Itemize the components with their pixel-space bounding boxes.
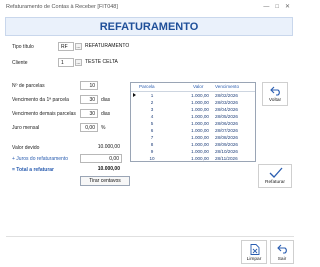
cell-valor: 1.000,00	[191, 142, 209, 147]
table-row[interactable]: 10 1.000,00 28/11/2026	[131, 155, 255, 161]
tipo-titulo-label: Tipo título	[12, 44, 34, 50]
page-title: REFATURAMENTO	[99, 21, 199, 33]
cell-vencimento: 28/03/2026	[215, 100, 238, 105]
parcelas-grid[interactable]: Parcela Valor Vencimento 1 1.000,00 28/02/…	[130, 82, 256, 162]
col-header-vencimento[interactable]: Vencimento	[215, 83, 239, 91]
cell-parcela: 9	[150, 149, 154, 154]
grid-header: Parcela Valor Vencimento	[131, 83, 255, 92]
cell-parcela: 6	[150, 128, 154, 133]
juros-refaturamento-label: + Juros do refaturamento	[12, 156, 69, 162]
cell-vencimento: 28/11/2026	[215, 156, 238, 161]
table-row[interactable]: 2 1.000,00 28/03/2026	[131, 99, 255, 106]
checkmark-icon	[269, 167, 283, 178]
cell-valor: 1.000,00	[191, 121, 209, 126]
table-row[interactable]: 8 1.000,00 28/09/2026	[131, 141, 255, 148]
table-row[interactable]: 4 1.000,00 28/05/2026	[131, 113, 255, 120]
refaturar-button[interactable]: Refaturar	[258, 164, 292, 188]
maximize-button[interactable]: □	[275, 4, 285, 10]
cell-vencimento: 28/04/2026	[215, 107, 238, 112]
cell-parcela: 2	[150, 100, 154, 105]
table-row[interactable]: 9 1.000,00 28/10/2026	[131, 148, 255, 155]
tipo-titulo-description: REFATURAMENTO	[85, 43, 130, 49]
header-banner: REFATURAMENTO	[5, 17, 293, 36]
tipo-titulo-code-field[interactable]: RF	[58, 42, 74, 51]
cell-valor: 1.000,00	[191, 149, 209, 154]
table-row[interactable]: 3 1.000,00 28/04/2026	[131, 106, 255, 113]
vencimento-demais-unit: dias	[101, 111, 111, 117]
minimize-button[interactable]: —	[263, 4, 275, 10]
valor-devido-label: Valor devido	[12, 145, 40, 151]
cell-vencimento: 28/02/2026	[215, 93, 238, 98]
close-button[interactable]: ✕	[285, 4, 296, 10]
limpar-label: Limpar	[246, 257, 262, 262]
cell-vencimento: 28/07/2026	[215, 128, 238, 133]
cell-vencimento: 28/06/2026	[215, 121, 238, 126]
tirar-centavos-button[interactable]: Tirar centavos	[80, 176, 130, 186]
window-controls: —□✕	[263, 0, 296, 14]
total-refaturar-label: = Total a refaturar	[12, 167, 55, 173]
window-titlebar: Refaturamento de Contas à Receber [FIT04…	[0, 0, 300, 14]
cell-parcela: 5	[150, 121, 154, 126]
cell-valor: 1.000,00	[191, 128, 209, 133]
vencimento-primeira-unit: dias	[101, 97, 111, 103]
cell-vencimento: 28/08/2026	[215, 135, 238, 140]
clear-document-icon	[250, 244, 260, 255]
cell-valor: 1.000,00	[191, 156, 209, 161]
juro-label: Juro mensal	[12, 125, 40, 131]
table-row[interactable]: 1 1.000,00 28/02/2026	[131, 92, 255, 99]
vencimento-demais-label: Vencimento demais parcelas	[12, 111, 76, 117]
table-row[interactable]: 6 1.000,00 28/07/2026	[131, 127, 255, 134]
vencimento-primeira-input[interactable]: 30	[80, 95, 98, 104]
col-header-parcela[interactable]: Parcela	[139, 83, 155, 91]
limpar-button[interactable]: Limpar	[241, 240, 267, 264]
cell-valor: 1.000,00	[191, 100, 209, 105]
juro-input[interactable]: 0,00	[80, 123, 98, 132]
cell-parcela: 1	[150, 93, 154, 98]
footer-divider	[6, 236, 294, 237]
col-header-valor[interactable]: Valor	[193, 83, 203, 91]
cell-parcela: 10	[149, 156, 155, 161]
cell-vencimento: 28/10/2026	[215, 149, 238, 154]
refaturar-label: Refaturar	[265, 180, 285, 185]
undo-arrow-icon	[270, 86, 280, 96]
vencimento-primeira-label: Vencimento da 1ª parcela	[12, 97, 69, 103]
cell-parcela: 4	[150, 114, 154, 119]
table-row[interactable]: 5 1.000,00 28/06/2026	[131, 120, 255, 127]
window-title: Refaturamento de Contas à Receber [FIT04…	[6, 4, 118, 10]
juro-unit: %	[101, 125, 106, 131]
row-indicator-icon	[133, 93, 136, 97]
cell-valor: 1.000,00	[191, 114, 209, 119]
cliente-code-field[interactable]: 1	[58, 58, 74, 67]
juros-refaturamento-input[interactable]: 0,00	[80, 154, 122, 163]
tipo-titulo-lookup-button[interactable]: ...	[75, 43, 82, 50]
cell-parcela: 3	[150, 107, 154, 112]
cell-valor: 1.000,00	[191, 135, 209, 140]
sair-button[interactable]: Sair	[270, 240, 294, 264]
cell-vencimento: 28/05/2026	[215, 114, 238, 119]
cliente-lookup-button[interactable]: ...	[75, 59, 82, 66]
parcelas-input[interactable]: 10	[80, 81, 98, 90]
cliente-label: Cliente	[12, 60, 28, 66]
cell-parcela: 7	[150, 135, 154, 140]
cell-vencimento: 28/09/2026	[215, 142, 238, 147]
vencimento-demais-input[interactable]: 30	[80, 109, 98, 118]
valor-devido-value: 10.000,00	[97, 144, 120, 150]
exit-arrow-icon	[277, 244, 287, 254]
cell-valor: 1.000,00	[191, 107, 209, 112]
table-row[interactable]: 7 1.000,00 28/08/2026	[131, 134, 255, 141]
voltar-button[interactable]: Voltar	[262, 82, 288, 106]
cell-valor: 1.000,00	[191, 93, 209, 98]
cell-parcela: 8	[150, 142, 154, 147]
voltar-label: Voltar	[268, 98, 282, 103]
parcelas-label: Nº de parcelas	[12, 83, 45, 89]
sair-label: Sair	[277, 257, 287, 262]
total-refaturar-value: 10.000,00	[97, 166, 120, 172]
cliente-description: TESTE CELTA	[85, 59, 118, 65]
